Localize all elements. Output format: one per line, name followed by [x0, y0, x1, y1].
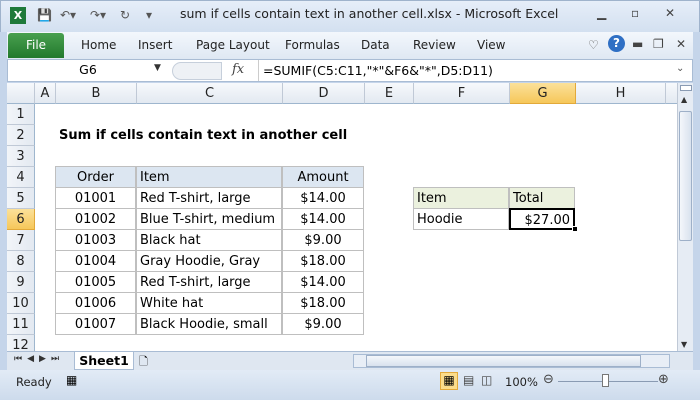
row-header-8[interactable]: 8 [7, 251, 35, 272]
tab-formulas[interactable]: Formulas [285, 38, 340, 52]
row-header-12[interactable]: 12 [7, 335, 35, 351]
repeat-icon[interactable]: ↻ [120, 8, 130, 22]
select-all-corner[interactable] [7, 83, 35, 104]
column-header-C[interactable]: C [137, 83, 283, 104]
order-cell[interactable]: 01006 [55, 292, 136, 314]
page-layout-view-icon[interactable]: ▤ [463, 373, 474, 387]
formula-input[interactable]: =SUMIF(C5:C11,"*"&F6&"*",D5:D11) [258, 60, 678, 81]
undo-icon[interactable]: ↶▾ [60, 8, 76, 22]
minimize-ribbon-icon[interactable]: ♡ [588, 38, 599, 52]
workbook-minimize-icon[interactable]: ▬ [632, 37, 643, 51]
item-cell[interactable]: Red T-shirt, large [136, 271, 282, 293]
help-icon[interactable]: ? [608, 35, 625, 52]
table-header-item[interactable]: Item [136, 166, 282, 188]
item-cell[interactable]: Black Hoodie, small [136, 313, 282, 335]
row-header-4[interactable]: 4 [7, 167, 35, 188]
column-header-E[interactable]: E [365, 83, 414, 104]
column-header-H[interactable]: H [576, 83, 666, 104]
sheet-nav-icons[interactable]: ⏮◀▶⏭ [14, 354, 64, 364]
window-title: sum if cells contain text in another cel… [180, 6, 559, 21]
zoom-level[interactable]: 100% [505, 375, 538, 389]
page-break-view-icon[interactable]: ◫ [481, 373, 492, 387]
amount-cell[interactable]: $14.00 [282, 187, 364, 209]
order-cell[interactable]: 01005 [55, 271, 136, 293]
amount-cell[interactable]: $18.00 [282, 292, 364, 314]
column-header-F[interactable]: F [414, 83, 510, 104]
name-box-dropdown-icon[interactable]: ▼ [154, 63, 161, 73]
minimize-icon[interactable]: ▁ [597, 6, 606, 20]
lookup-total-cell[interactable]: $27.00 [509, 208, 575, 230]
order-cell[interactable]: 01002 [55, 208, 136, 230]
expand-formula-bar-icon[interactable]: ⌄ [676, 63, 684, 74]
amount-cell[interactable]: $9.00 [282, 229, 364, 251]
table-header-amount[interactable]: Amount [282, 166, 364, 188]
item-cell[interactable]: Blue T-shirt, medium [136, 208, 282, 230]
table-header-order[interactable]: Order [55, 166, 136, 188]
row-header-5[interactable]: 5 [7, 188, 35, 209]
row-header-3[interactable]: 3 [7, 146, 35, 167]
lookup-header-total[interactable]: Total [509, 187, 575, 209]
redo-icon[interactable]: ↷▾ [90, 8, 106, 22]
row-header-9[interactable]: 9 [7, 272, 35, 293]
column-header-D[interactable]: D [283, 83, 365, 104]
vertical-scrollbar[interactable]: ▲ ▼ [677, 83, 693, 351]
item-cell[interactable]: White hat [136, 292, 282, 314]
close-icon[interactable]: ✕ [665, 6, 675, 20]
tab-data[interactable]: Data [361, 38, 390, 52]
row-header-11[interactable]: 11 [7, 314, 35, 335]
insert-function-button[interactable]: fx [232, 60, 244, 80]
amount-cell[interactable]: $14.00 [282, 208, 364, 230]
worksheet-grid[interactable]: A B C D E F G H 1 2 3 4 5 6 7 8 9 10 11 12 Sum if cells cont… [7, 83, 677, 351]
workbook-close-icon[interactable]: ✕ [676, 37, 686, 51]
amount-cell[interactable]: $14.00 [282, 271, 364, 293]
horizontal-scrollbar[interactable] [353, 354, 670, 368]
tab-page-layout[interactable]: Page Layout [196, 38, 270, 52]
row-header-7[interactable]: 7 [7, 230, 35, 251]
macro-record-icon[interactable]: ▦ [66, 373, 77, 387]
name-box[interactable]: G6 [8, 60, 168, 81]
row-header-2[interactable]: 2 [7, 125, 35, 146]
lookup-header-item[interactable]: Item [413, 187, 509, 209]
row-header-10[interactable]: 10 [7, 293, 35, 314]
workbook-restore-icon[interactable]: ❐ [653, 37, 664, 51]
column-header-B[interactable]: B [56, 83, 137, 104]
save-icon[interactable]: 💾 [37, 8, 52, 22]
column-header-G[interactable]: G [510, 83, 576, 104]
formula-bar-resize-handle[interactable] [172, 62, 222, 80]
customize-qat-icon[interactable]: ▾ [146, 8, 152, 22]
amount-cell[interactable]: $9.00 [282, 313, 364, 335]
tab-insert[interactable]: Insert [138, 38, 172, 52]
fill-handle[interactable] [572, 226, 578, 232]
tab-home[interactable]: Home [81, 38, 116, 52]
sheet-title[interactable]: Sum if cells contain text in another cel… [56, 125, 456, 146]
item-cell[interactable]: Black hat [136, 229, 282, 251]
file-tab[interactable]: File [8, 33, 64, 58]
zoom-out-icon[interactable]: ⊖ [543, 372, 554, 387]
zoom-in-icon[interactable]: ⊕ [658, 372, 669, 387]
lookup-item-cell[interactable]: Hoodie [413, 208, 509, 230]
order-cell[interactable]: 01004 [55, 250, 136, 272]
excel-logo-icon: X [10, 7, 26, 24]
tab-review[interactable]: Review [413, 38, 456, 52]
sheet-tab-sheet1[interactable]: Sheet1 [74, 352, 134, 370]
row-header-1[interactable]: 1 [7, 104, 35, 125]
amount-cell[interactable]: $18.00 [282, 250, 364, 272]
tab-view[interactable]: View [477, 38, 505, 52]
column-header-A[interactable]: A [35, 83, 56, 104]
maximize-icon[interactable]: ▫ [631, 6, 639, 20]
item-cell[interactable]: Gray Hoodie, Gray [136, 250, 282, 272]
status-bar [0, 370, 700, 400]
order-cell[interactable]: 01003 [55, 229, 136, 251]
column-header-filler [666, 83, 677, 104]
zoom-slider-thumb[interactable] [602, 374, 609, 387]
order-cell[interactable]: 01001 [55, 187, 136, 209]
row-header-6[interactable]: 6 [7, 209, 35, 230]
status-ready: Ready [16, 375, 52, 389]
normal-view-icon[interactable]: ▦ [440, 372, 458, 390]
item-cell[interactable]: Red T-shirt, large [136, 187, 282, 209]
order-cell[interactable]: 01007 [55, 313, 136, 335]
